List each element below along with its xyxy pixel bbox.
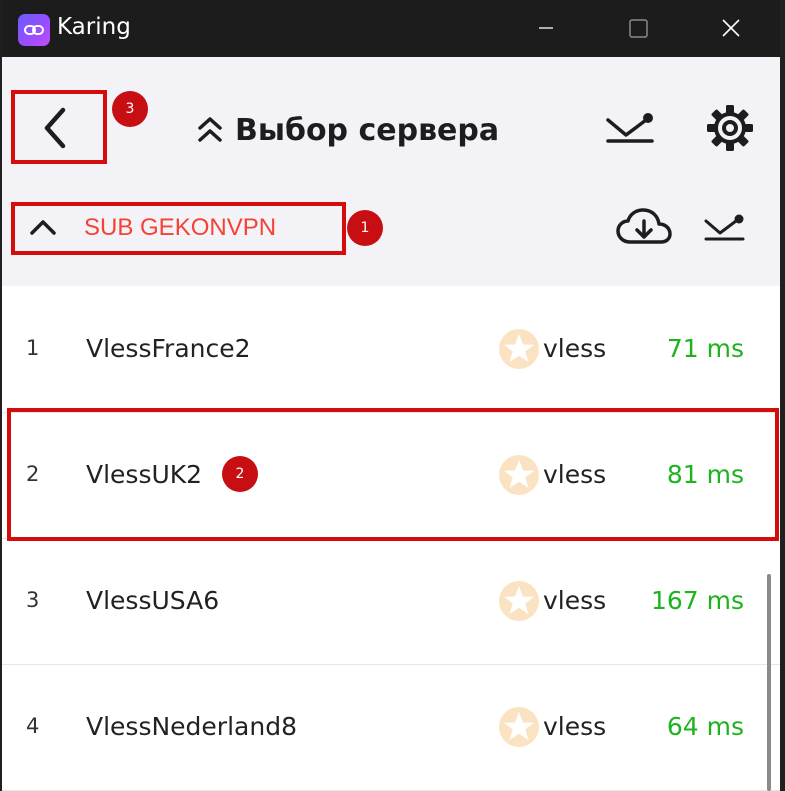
minimize-button[interactable]: [524, 8, 568, 48]
collapse-double-chevron-icon[interactable]: [195, 113, 225, 147]
annotation-badge-2: 2: [222, 456, 258, 492]
update-subscription-button[interactable]: [614, 204, 674, 250]
sort-icon: [606, 113, 654, 143]
server-protocol: vless: [543, 712, 607, 741]
annotation-box-back: [11, 90, 107, 164]
star-icon[interactable]: [498, 706, 540, 748]
maximize-button[interactable]: [616, 8, 660, 48]
page-title-group: Выбор сервера: [195, 105, 499, 155]
server-row[interactable]: 4 VlessNederland8 vless 64 ms: [2, 664, 780, 791]
star-icon[interactable]: [498, 580, 540, 622]
cloud-download-icon: [616, 208, 672, 244]
server-protocol: vless: [543, 334, 607, 363]
close-button[interactable]: [708, 8, 752, 48]
server-latency[interactable]: 64 ms: [667, 712, 744, 741]
page-title: Выбор сервера: [235, 112, 500, 148]
star-icon[interactable]: [498, 328, 540, 370]
group-sort-button[interactable]: [700, 208, 750, 248]
server-latency[interactable]: 167 ms: [651, 586, 744, 615]
server-index: 3: [26, 588, 40, 612]
sort-button[interactable]: [600, 104, 660, 150]
server-name: VlessFrance2: [86, 334, 251, 363]
minimize-icon: [539, 27, 553, 29]
server-protocol: vless: [543, 586, 607, 615]
app-link-icon: [18, 14, 50, 46]
annotation-box-selected-server: [7, 408, 779, 541]
settings-button[interactable]: [702, 100, 758, 156]
gear-icon: [707, 105, 753, 151]
annotation-box-group: [11, 202, 346, 255]
server-row[interactable]: 3 VlessUSA6 vless 167 ms: [2, 538, 780, 665]
server-name: VlessNederland8: [86, 712, 297, 741]
app-window: Karing 3 Выбор сервера SUB GEKONVPN 1 1 …: [2, 0, 780, 791]
sort-icon: [704, 214, 745, 241]
annotation-badge-3: 3: [112, 91, 148, 127]
close-icon: [722, 19, 740, 37]
server-index: 4: [26, 714, 40, 738]
title-bar: Karing: [2, 0, 780, 57]
window-title: Karing: [57, 14, 131, 40]
annotation-badge-1: 1: [347, 210, 383, 246]
server-latency[interactable]: 71 ms: [667, 334, 744, 363]
server-name: VlessUSA6: [86, 586, 220, 615]
maximize-icon: [629, 19, 648, 38]
server-row[interactable]: 1 VlessFrance2 vless 71 ms: [2, 286, 780, 413]
server-index: 1: [26, 336, 40, 360]
list-scrollbar[interactable]: [767, 574, 771, 791]
